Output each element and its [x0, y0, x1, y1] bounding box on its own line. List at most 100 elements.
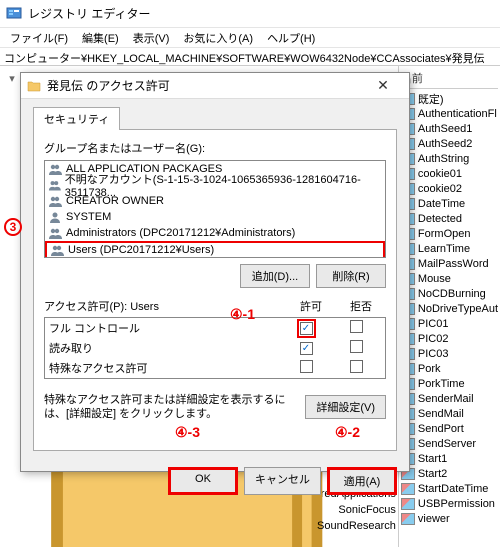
- tree-leaf[interactable]: SoundResearch: [26, 518, 396, 534]
- ok-button[interactable]: OK: [168, 467, 238, 495]
- value-item[interactable]: USBPermission: [401, 496, 498, 511]
- group-name: CREATOR OWNER: [66, 195, 164, 207]
- value-item[interactable]: PIC01: [401, 316, 498, 331]
- value-name: StartDateTime: [418, 483, 489, 495]
- allow-checkbox[interactable]: [300, 360, 313, 373]
- value-item[interactable]: FormOpen: [401, 226, 498, 241]
- close-button[interactable]: ✕: [363, 75, 403, 97]
- value-name: SendMail: [418, 408, 464, 420]
- value-name: 既定): [418, 91, 444, 107]
- value-item[interactable]: PorkTime: [401, 376, 498, 391]
- value-item[interactable]: cookie01: [401, 166, 498, 181]
- perm-name: 特殊なアクセス許可: [49, 360, 281, 376]
- tab-security[interactable]: セキュリティ: [33, 107, 120, 130]
- menu-edit[interactable]: 編集(E): [76, 28, 125, 48]
- value-item[interactable]: Pork: [401, 361, 498, 376]
- value-name: USBPermission: [418, 498, 495, 510]
- value-item[interactable]: PIC02: [401, 331, 498, 346]
- value-item[interactable]: AuthSeed1: [401, 121, 498, 136]
- value-item[interactable]: Start1: [401, 451, 498, 466]
- value-name: SenderMail: [418, 393, 474, 405]
- remove-button[interactable]: 削除(R): [316, 264, 386, 288]
- value-name: NoCDBurning: [418, 288, 486, 300]
- group-row[interactable]: Administrators (DPC20171212¥Administrato…: [45, 225, 385, 241]
- value-name: cookie01: [418, 168, 462, 180]
- menu-file[interactable]: ファイル(F): [4, 28, 74, 48]
- value-name: AuthenticationFl: [418, 108, 497, 120]
- allow-checkbox[interactable]: ✓: [300, 342, 313, 355]
- group-icon: [48, 227, 62, 239]
- value-item[interactable]: AuthenticationFl: [401, 106, 498, 121]
- dialog-body: セキュリティ グループ名またはユーザー名(G): ALL APPLICATION…: [21, 99, 409, 459]
- deny-checkbox[interactable]: [350, 340, 363, 353]
- group-row[interactable]: Users (DPC20171212¥Users): [45, 241, 385, 258]
- value-name: SendPort: [418, 423, 464, 435]
- dialog-titlebar[interactable]: 発見伝 のアクセス許可 ✕: [21, 73, 409, 99]
- group-row[interactable]: SYSTEM: [45, 209, 385, 225]
- permissions-dialog: 発見伝 のアクセス許可 ✕ セキュリティ グループ名またはユーザー名(G): A…: [20, 72, 410, 472]
- value-item[interactable]: cookie02: [401, 181, 498, 196]
- value-name: Pork: [418, 363, 441, 375]
- value-name: MailPassWord: [418, 258, 489, 270]
- allow-checkbox[interactable]: ✓: [300, 322, 313, 335]
- value-item[interactable]: NoCDBurning: [401, 286, 498, 301]
- deny-checkbox[interactable]: [350, 360, 363, 373]
- value-item[interactable]: 既定): [401, 91, 498, 106]
- title-bar: レジストリ エディター: [0, 0, 500, 28]
- group-row[interactable]: 不明なアカウント(S-1-15-3-1024-1065365936-128160…: [45, 177, 385, 193]
- value-item[interactable]: SenderMail: [401, 391, 498, 406]
- value-item[interactable]: SendPort: [401, 421, 498, 436]
- value-item[interactable]: LearnTime: [401, 241, 498, 256]
- value-item[interactable]: Detected: [401, 211, 498, 226]
- value-item[interactable]: AuthString: [401, 151, 498, 166]
- value-name: cookie02: [418, 183, 462, 195]
- value-name: Start2: [418, 468, 447, 480]
- group-listbox[interactable]: ALL APPLICATION PACKAGES不明なアカウント(S-1-15-…: [44, 160, 386, 258]
- user-icon: [48, 211, 62, 223]
- group-label: グループ名またはユーザー名(G):: [44, 140, 386, 156]
- value-name: Mouse: [418, 273, 451, 285]
- group-icon: [48, 195, 62, 207]
- value-name: DateTime: [418, 198, 465, 210]
- menu-help[interactable]: ヘルプ(H): [261, 28, 321, 48]
- value-item[interactable]: DateTime: [401, 196, 498, 211]
- value-item[interactable]: StartDateTime: [401, 481, 498, 496]
- value-item[interactable]: MailPassWord: [401, 256, 498, 271]
- perm-deny-header: 拒否: [336, 298, 386, 314]
- collapse-icon[interactable]: ▾: [6, 72, 18, 85]
- value-name: LearnTime: [418, 243, 470, 255]
- regedit-icon: [6, 6, 22, 22]
- dialog-footer: OK キャンセル 適用(A): [21, 459, 409, 503]
- value-item[interactable]: SendServer: [401, 436, 498, 451]
- group-icon: [48, 163, 62, 175]
- advanced-button[interactable]: 詳細設定(V): [305, 395, 386, 419]
- menu-favorites[interactable]: お気に入り(A): [177, 28, 259, 48]
- value-item[interactable]: SendMail: [401, 406, 498, 421]
- values-pane[interactable]: 名前 既定)AuthenticationFlAuthSeed1AuthSeed2…: [399, 66, 500, 547]
- perm-name: フル コントロール: [49, 320, 281, 336]
- group-name: Administrators (DPC20171212¥Administrato…: [66, 227, 295, 239]
- value-item[interactable]: PIC03: [401, 346, 498, 361]
- value-item[interactable]: Start2: [401, 466, 498, 481]
- value-item[interactable]: NoDriveTypeAut: [401, 301, 498, 316]
- value-item[interactable]: Mouse: [401, 271, 498, 286]
- menu-view[interactable]: 表示(V): [127, 28, 176, 48]
- folder-icon: [27, 80, 41, 92]
- apply-button[interactable]: 適用(A): [327, 467, 397, 495]
- value-name: PIC03: [418, 348, 449, 360]
- value-name: PorkTime: [418, 378, 465, 390]
- string-value-icon: [401, 513, 415, 525]
- value-name: SendServer: [418, 438, 476, 450]
- perm-row: フル コントロール ✓: [45, 318, 385, 338]
- value-item[interactable]: viewer: [401, 511, 498, 526]
- address-bar[interactable]: コンピューター¥HKEY_LOCAL_MACHINE¥SOFTWARE¥WOW6…: [0, 48, 500, 66]
- tab-pane: グループ名またはユーザー名(G): ALL APPLICATION PACKAG…: [33, 129, 397, 451]
- group-name: SYSTEM: [66, 211, 111, 223]
- value-name: Start1: [418, 453, 447, 465]
- value-item[interactable]: AuthSeed2: [401, 136, 498, 151]
- cancel-button[interactable]: キャンセル: [244, 467, 321, 495]
- deny-checkbox[interactable]: [350, 320, 363, 333]
- add-button[interactable]: 追加(D)...: [240, 264, 310, 288]
- value-name: AuthSeed2: [418, 138, 472, 150]
- value-name: AuthSeed1: [418, 123, 472, 135]
